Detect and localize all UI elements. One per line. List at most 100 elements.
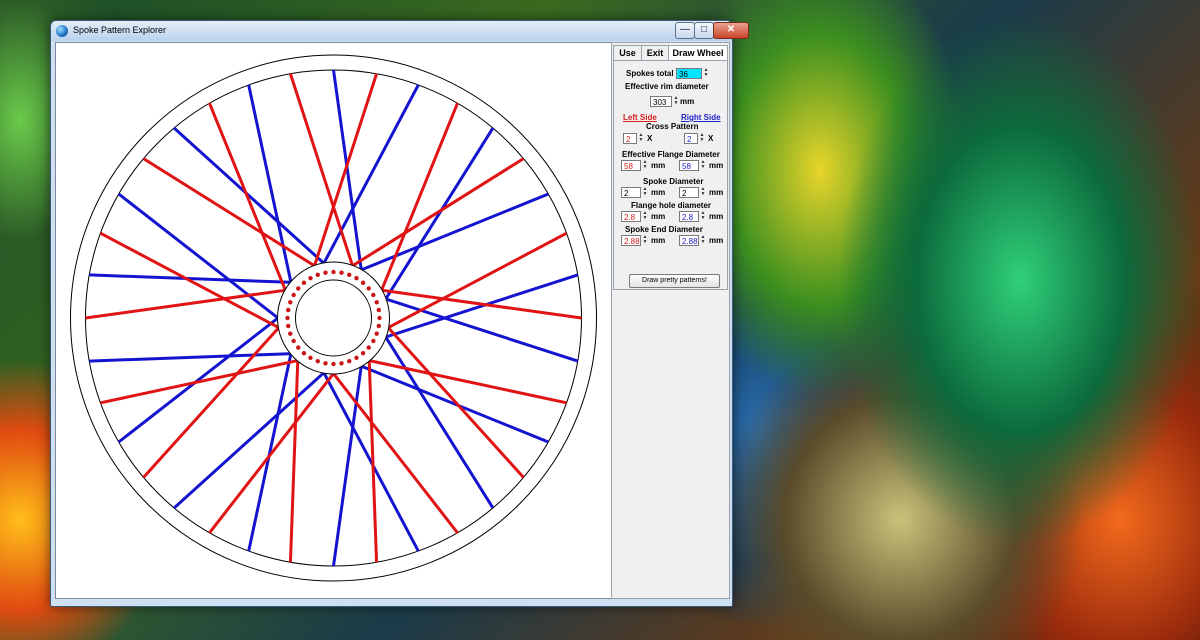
left-spoke bbox=[100, 356, 311, 405]
left-spoke bbox=[288, 347, 300, 563]
spoke-diameter-right-input[interactable]: 2 bbox=[679, 187, 699, 198]
left-flange-hole bbox=[288, 331, 293, 336]
rim-diameter-spinner[interactable]: ▲ ▼ bbox=[673, 96, 679, 107]
spokes-total-spinner[interactable]: ▲ ▼ bbox=[703, 68, 709, 79]
left-spoke bbox=[99, 231, 291, 336]
wheel-canvas bbox=[55, 42, 612, 599]
left-spoke bbox=[142, 316, 289, 479]
spoke-diameter-left-spinner[interactable]: ▲ ▼ bbox=[642, 187, 648, 198]
title-bar[interactable]: Spoke Pattern Explorer — □ ✕ bbox=[51, 21, 749, 41]
flange-hole-left-input[interactable]: 2.8 bbox=[621, 211, 641, 222]
spoke-diameter-right-unit: mm bbox=[709, 188, 724, 197]
flange-right-input[interactable]: 58 bbox=[679, 160, 699, 171]
cross-pattern-label: Cross Pattern bbox=[646, 122, 699, 131]
right-spoke bbox=[377, 325, 495, 509]
spoke-end-left-unit: mm bbox=[651, 236, 666, 245]
spoke-diameter-left-unit: mm bbox=[651, 188, 666, 197]
right-flange-hole bbox=[301, 280, 307, 285]
right-spoke bbox=[89, 273, 304, 285]
spokes-total-input[interactable]: 36 bbox=[676, 68, 702, 79]
flange-hole-left-unit: mm bbox=[651, 212, 666, 221]
left-flange-hole bbox=[366, 286, 371, 291]
left-flange-hole bbox=[377, 315, 382, 321]
spoke-end-left-input[interactable]: 2.88 bbox=[621, 235, 641, 246]
spoke-end-right-spinner[interactable]: ▲ ▼ bbox=[700, 235, 706, 246]
flange-hole-left-spinner[interactable]: ▲ ▼ bbox=[642, 211, 648, 222]
left-spoke bbox=[376, 231, 568, 336]
wheel-drawing bbox=[70, 54, 597, 582]
left-spoke bbox=[85, 286, 299, 320]
right-spoke bbox=[372, 273, 579, 343]
left-spoke bbox=[289, 73, 358, 279]
spoke-end-right-input[interactable]: 2.88 bbox=[679, 235, 699, 246]
left-flange-hole bbox=[374, 331, 379, 336]
right-flange-hole bbox=[360, 280, 366, 285]
spoke-diameter-left-input[interactable]: 2 bbox=[621, 187, 641, 198]
right-spoke bbox=[173, 362, 335, 510]
maximize-button[interactable]: □ bbox=[694, 22, 714, 39]
right-spoke bbox=[316, 84, 420, 276]
right-spoke bbox=[332, 353, 365, 567]
flange-right-spinner[interactable]: ▲ ▼ bbox=[700, 160, 706, 171]
left-spoke bbox=[367, 347, 379, 563]
cross-left-spinner[interactable]: ▲ ▼ bbox=[638, 133, 644, 144]
minimize-button[interactable]: — bbox=[675, 22, 695, 39]
left-flange-hole bbox=[323, 270, 328, 275]
left-flange-hole bbox=[296, 286, 301, 291]
right-side-label: Right Side bbox=[681, 113, 721, 122]
right-flange-hole bbox=[285, 323, 291, 329]
right-spoke bbox=[117, 192, 290, 328]
tab-draw-wheel[interactable]: Draw Wheel bbox=[668, 45, 728, 60]
flange-hole-label: Flange hole diameter bbox=[631, 201, 712, 210]
left-flange-hole bbox=[354, 355, 359, 361]
globe-icon bbox=[56, 25, 68, 37]
left-spoke bbox=[309, 73, 378, 279]
left-spoke bbox=[142, 157, 327, 274]
right-flange-hole bbox=[301, 351, 307, 356]
spokes-total-label: Spokes total bbox=[626, 69, 674, 78]
right-flange-hole bbox=[291, 338, 296, 344]
left-flange-hole bbox=[308, 275, 313, 281]
tab-use[interactable]: Use bbox=[613, 45, 642, 60]
cross-right-input[interactable]: 2 bbox=[684, 133, 698, 144]
cross-right-spinner[interactable]: ▲ ▼ bbox=[699, 133, 705, 144]
settings-panel: Use Exit Draw Wheel Spokes total 36 ▲ ▼ E… bbox=[611, 42, 730, 599]
flange-hole-right-input[interactable]: 2.8 bbox=[679, 211, 699, 222]
right-flange-hole bbox=[315, 359, 320, 364]
left-flange-hole bbox=[288, 300, 293, 305]
right-spoke bbox=[89, 351, 304, 363]
left-side-label: Left Side bbox=[623, 113, 657, 122]
close-button[interactable]: ✕ bbox=[713, 22, 749, 39]
flange-hole-right-spinner[interactable]: ▲ ▼ bbox=[700, 211, 706, 222]
flange-hole-right-unit: mm bbox=[709, 212, 724, 221]
flange-left-unit: mm bbox=[651, 161, 666, 170]
draw-pretty-patterns-button[interactable]: Draw pretty patterns! bbox=[629, 274, 720, 288]
left-spoke bbox=[356, 356, 567, 405]
right-flange-hole bbox=[285, 307, 291, 313]
app-window: Spoke Pattern Explorer — □ ✕ Use Exit Dr… bbox=[50, 20, 749, 607]
right-flange-hole bbox=[376, 307, 382, 313]
spoke-diameter-label: Spoke Diameter bbox=[643, 177, 704, 186]
flange-left-input[interactable]: 58 bbox=[621, 160, 641, 171]
window-title: Spoke Pattern Explorer bbox=[73, 25, 167, 35]
right-spoke bbox=[247, 84, 296, 296]
tab-exit[interactable]: Exit bbox=[641, 45, 669, 60]
right-flange-hole bbox=[315, 272, 320, 277]
left-flange-hole bbox=[339, 270, 344, 275]
left-flange-hole bbox=[374, 300, 379, 305]
spoke-end-left-spinner[interactable]: ▲ ▼ bbox=[642, 235, 648, 246]
right-flange-hole bbox=[291, 292, 296, 298]
cross-left-input[interactable]: 2 bbox=[623, 133, 637, 144]
right-spoke bbox=[316, 360, 420, 552]
right-spoke bbox=[117, 308, 290, 444]
rim-diameter-label: Effective rim diameter bbox=[625, 82, 709, 91]
right-flange-hole bbox=[371, 338, 376, 344]
right-flange-hole bbox=[376, 323, 382, 329]
rim-diameter-unit: mm bbox=[680, 97, 695, 106]
spoke-end-label: Spoke End Diameter bbox=[625, 225, 703, 234]
left-flange-hole bbox=[285, 315, 290, 321]
flange-left-spinner[interactable]: ▲ ▼ bbox=[642, 160, 648, 171]
rim-diameter-input[interactable]: 303 bbox=[650, 96, 672, 107]
right-spoke bbox=[173, 126, 335, 274]
spoke-diameter-right-spinner[interactable]: ▲ ▼ bbox=[700, 187, 706, 198]
